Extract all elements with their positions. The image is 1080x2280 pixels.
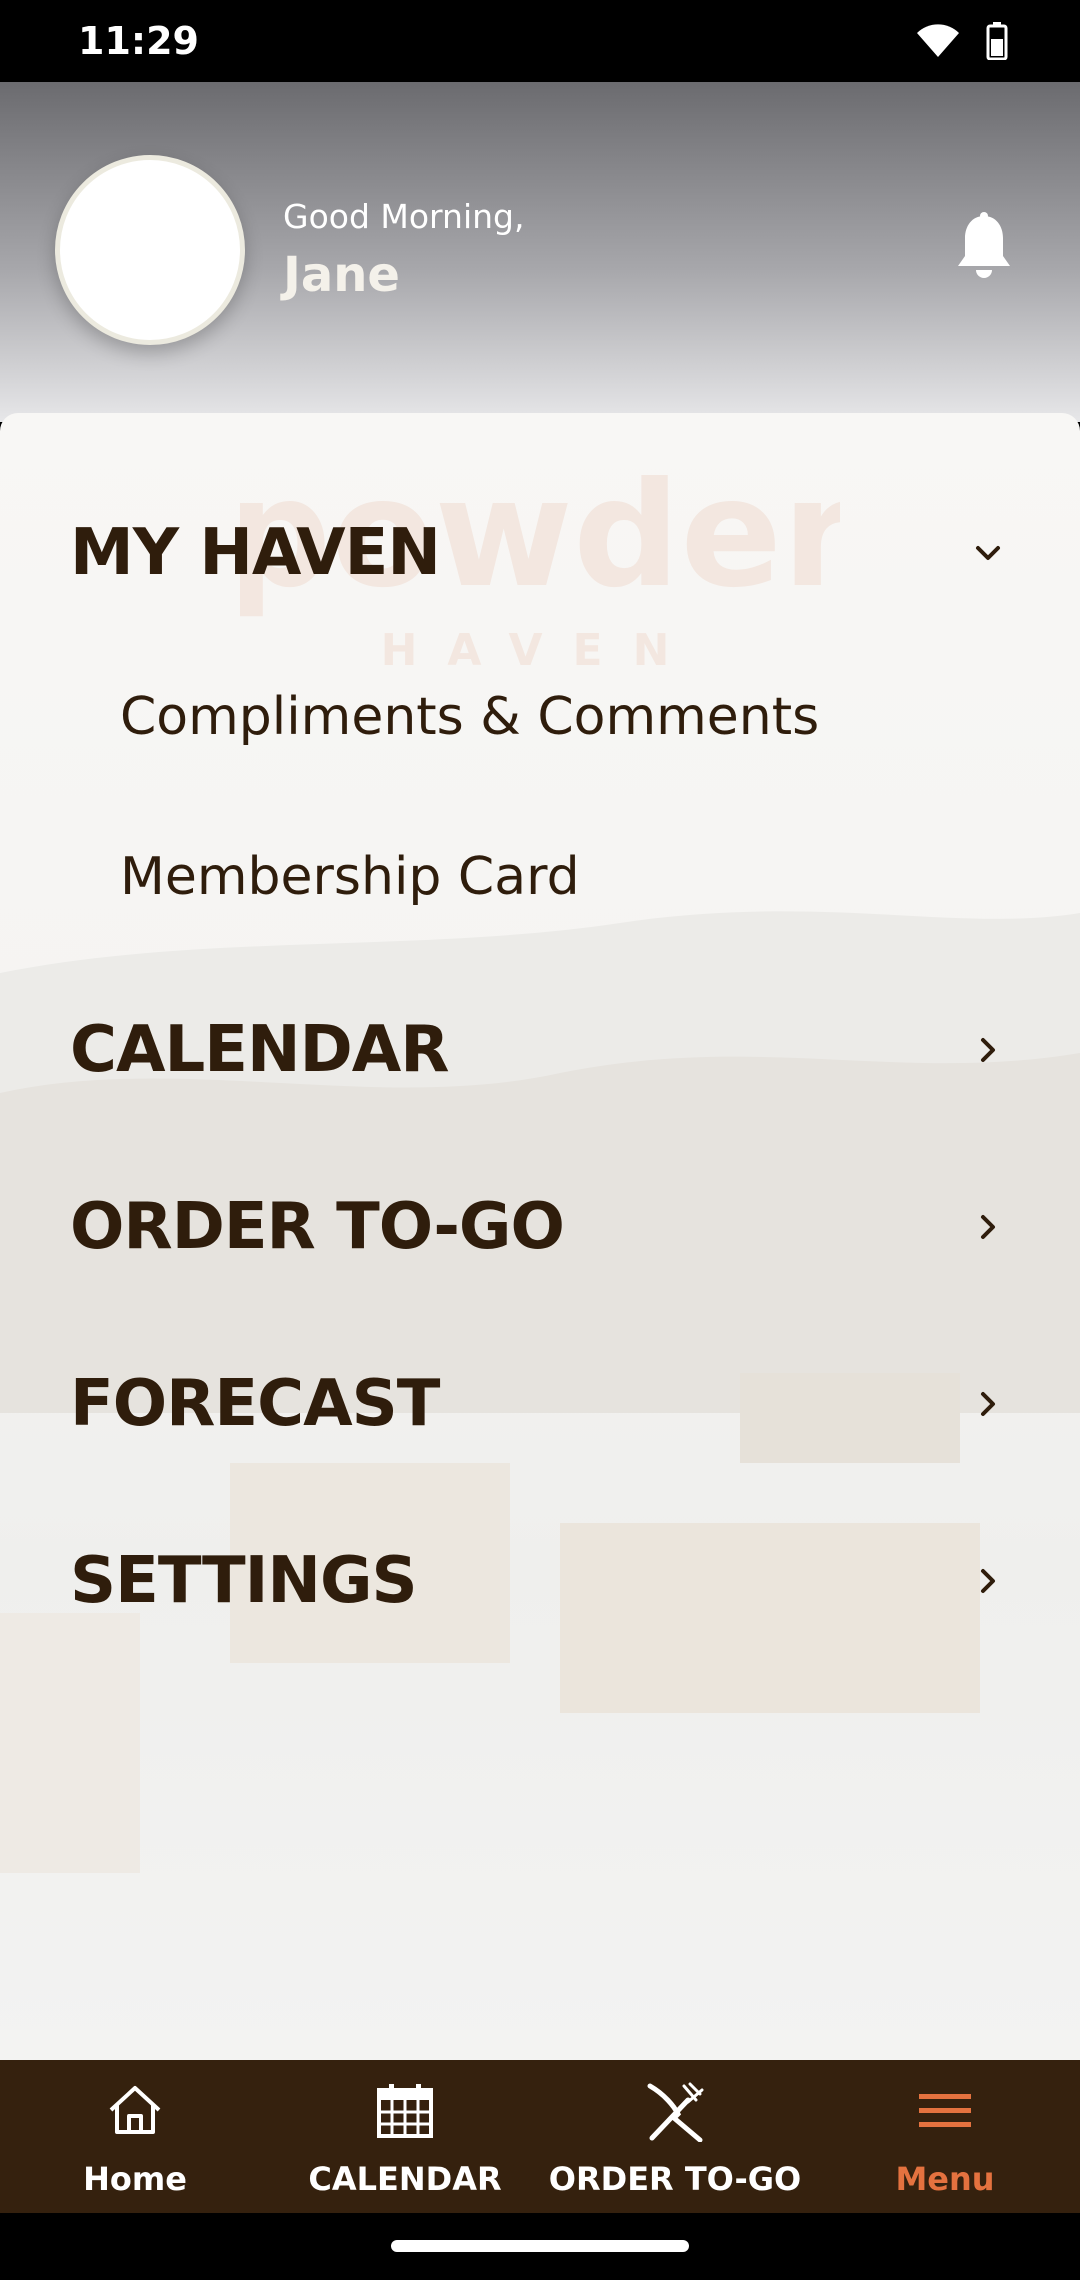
wifi-icon — [917, 24, 959, 57]
nav-calendar[interactable]: CALENDAR — [270, 2060, 540, 2213]
chevron-right-icon — [981, 1392, 995, 1416]
menu-item-forecast[interactable]: FORECAST — [0, 1349, 1080, 1459]
bottom-nav: Home CALENDAR ORDER TO-GO Menu — [0, 2060, 1080, 2213]
gesture-bar[interactable] — [391, 2240, 689, 2252]
menu-item-label: CALENDAR — [70, 1013, 449, 1087]
nav-label: Menu — [895, 2160, 995, 2198]
submenu-item-label: Compliments & Comments — [120, 687, 820, 747]
calendar-icon — [377, 2084, 433, 2138]
greeting-text: Good Morning, — [283, 197, 525, 236]
submenu-item-membership-card[interactable]: Membership Card — [0, 822, 1080, 932]
menu-item-order-to-go[interactable]: ORDER TO-GO — [0, 1172, 1080, 1282]
user-name: Jane — [283, 247, 400, 303]
chevron-right-icon — [981, 1038, 995, 1062]
status-bar: 11:29 — [0, 0, 1080, 82]
chevron-right-icon — [981, 1215, 995, 1239]
battery-icon — [986, 22, 1008, 60]
menu-item-calendar[interactable]: CALENDAR — [0, 995, 1080, 1105]
menu-item-label: SETTINGS — [70, 1544, 418, 1618]
status-icons — [916, 22, 1008, 60]
bell-icon[interactable] — [955, 212, 1013, 280]
nav-order-to-go[interactable]: ORDER TO-GO — [540, 2060, 810, 2213]
menu-item-settings[interactable]: SETTINGS — [0, 1526, 1080, 1636]
submenu-item-label: Membership Card — [120, 847, 580, 907]
submenu-item-compliments[interactable]: Compliments & Comments — [0, 662, 1080, 772]
hamburger-menu-icon — [919, 2094, 971, 2127]
menu-item-label: ORDER TO-GO — [70, 1190, 565, 1264]
nav-home[interactable]: Home — [0, 2060, 270, 2213]
nav-menu[interactable]: Menu — [810, 2060, 1080, 2213]
fork-knife-icon — [647, 2082, 704, 2142]
gesture-area — [0, 2213, 1080, 2280]
menu-item-label: FORECAST — [70, 1367, 440, 1441]
home-icon — [109, 2086, 161, 2134]
nav-label: Home — [83, 2160, 187, 2198]
menu-panel: powder HAVEN MY HAVEN Compliments & Comm… — [0, 413, 1080, 2060]
chevron-right-icon — [981, 1569, 995, 1593]
status-time: 11:29 — [78, 19, 199, 63]
menu-item-my-haven[interactable]: MY HAVEN — [0, 498, 1080, 608]
chevron-down-icon — [976, 546, 1000, 560]
nav-label: ORDER TO-GO — [548, 2160, 802, 2198]
profile-header: Good Morning, Jane — [0, 82, 1080, 422]
avatar[interactable] — [55, 155, 245, 345]
nav-label: CALENDAR — [308, 2160, 502, 2198]
menu-item-label: MY HAVEN — [70, 516, 441, 590]
